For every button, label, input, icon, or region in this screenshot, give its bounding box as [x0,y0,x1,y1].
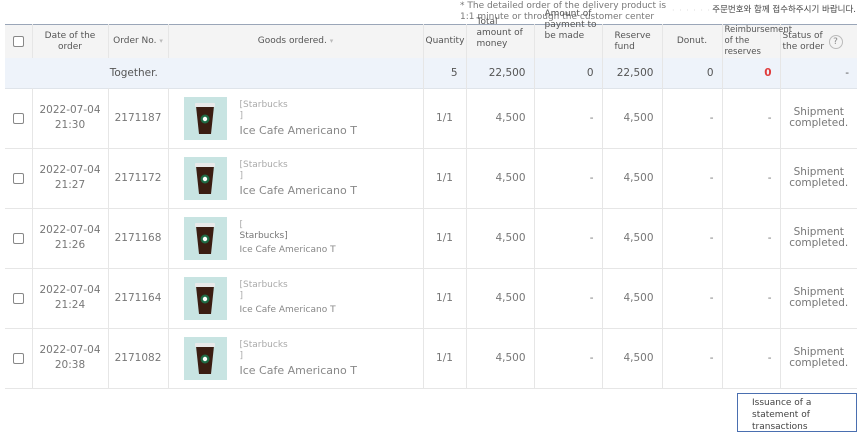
order-reserve: 4,500 [602,328,663,388]
order-reimbursement: - [722,208,781,268]
notice-korean: 주문번호와 함께 접수하주시기 바랍니다. [712,5,856,15]
starbucks-cup-icon[interactable] [183,216,227,260]
goods-cell[interactable]: [Starbucks ] Ice Cafe Americano T [168,148,424,208]
order-reserve: 4,500 [602,268,663,328]
summary-quantity: 5 [423,58,467,88]
row-checkbox[interactable] [12,112,24,124]
product-name[interactable]: Ice Cafe Americano T [240,185,357,196]
product-name[interactable]: Ice Cafe Americano T [240,245,336,256]
summary-total: 22,500 [466,58,535,88]
select-all-checkbox[interactable] [12,35,24,47]
order-number[interactable]: 2171187 [108,88,169,148]
order-reserve: 4,500 [602,88,663,148]
order-payment: - [534,328,603,388]
order-total: 4,500 [466,88,535,148]
order-row[interactable]: 2022-07-04 20:38 2171082 [Starbucks ] Ice… [5,328,857,388]
order-total: 4,500 [466,208,535,268]
header-reimbursement: Reimbursement of the reserves [722,24,792,58]
order-quantity: 1/1 [423,208,467,268]
header-total: Total amount of money [466,17,535,58]
row-checkbox[interactable] [12,172,24,184]
summary-payment: 0 [534,58,603,88]
order-date: 2022-07-04 20:38 [32,328,109,388]
order-date: 2022-07-04 21:27 [32,148,109,208]
order-row[interactable]: 2022-07-04 21:30 2171187 [Starbucks ] Ice… [5,88,857,148]
summary-status: - [845,66,849,79]
order-total: 4,500 [466,268,535,328]
order-reserve: 4,500 [602,208,663,268]
order-quantity: 1/1 [423,148,467,208]
header-donut: Donut. [662,24,723,58]
starbucks-cup-icon[interactable] [183,156,227,200]
order-reimbursement: - [722,148,781,208]
order-payment: - [534,268,603,328]
order-reimbursement: - [722,88,781,148]
order-quantity: 1/1 [423,268,467,328]
row-checkbox[interactable] [12,292,24,304]
summary-donut: 0 [662,58,723,88]
summary-reserve: 22,500 [602,58,663,88]
order-row[interactable]: 2022-07-04 21:24 2171164 [Starbucks ] Ice… [5,268,857,328]
order-date: 2022-07-04 21:24 [32,268,109,328]
product-name[interactable]: Ice Cafe Americano T [240,365,357,376]
order-status: Shipment completed. [789,346,849,369]
order-row[interactable]: 2022-07-04 21:27 2171172 [Starbucks ] Ice… [5,148,857,208]
row-checkbox[interactable] [12,232,24,244]
header-reserve: Reserve fund [602,24,663,58]
product-name[interactable]: Ice Cafe Americano T [240,125,357,136]
order-reimbursement: - [722,268,781,328]
goods-cell[interactable]: [Starbucks ] Ice Cafe Americano T [168,88,424,148]
order-table: Date of the order Order No. ▾ Goods orde… [5,9,857,389]
order-number[interactable]: 2171164 [108,268,169,328]
order-payment: - [534,208,603,268]
goods-cell[interactable]: [ Starbucks] Ice Cafe Americano T [168,208,424,268]
order-payment: - [534,148,603,208]
order-number[interactable]: 2171082 [108,328,169,388]
table-header: Date of the order Order No. ▾ Goods orde… [5,9,857,59]
order-donut: - [662,88,723,148]
order-donut: - [662,328,723,388]
help-icon[interactable]: ? [828,34,843,49]
select-all-cell [5,24,33,58]
sort-icon[interactable]: ▾ [330,37,334,45]
order-donut: - [662,268,723,328]
summary-label: Together. [5,58,424,88]
starbucks-cup-icon[interactable] [183,336,227,380]
header-payment: Amount of payment to be made [534,9,603,58]
order-status: Shipment completed. [789,166,849,189]
order-status: Shipment completed. [789,226,849,249]
header-date: Date of the order [32,24,109,58]
starbucks-cup-icon[interactable] [183,96,227,140]
goods-cell[interactable]: [Starbucks ] Ice Cafe Americano T [168,328,424,388]
order-reimbursement: - [722,328,781,388]
order-status: Shipment completed. [789,106,849,129]
order-quantity: 1/1 [423,88,467,148]
row-checkbox[interactable] [12,352,24,364]
order-date: 2022-07-04 21:30 [32,88,109,148]
order-number[interactable]: 2171172 [108,148,169,208]
order-date: 2022-07-04 21:26 [32,208,109,268]
order-donut: - [662,208,723,268]
order-reserve: 4,500 [602,148,663,208]
product-name[interactable]: Ice Cafe Americano T [240,305,336,316]
starbucks-cup-icon[interactable] [183,276,227,320]
goods-cell[interactable]: [Starbucks ] Ice Cafe Americano T [168,268,424,328]
order-total: 4,500 [466,328,535,388]
header-status: Status of the order? [780,25,857,59]
summary-reimbursement: 0 [764,66,772,79]
issue-transaction-statement-button[interactable]: Issuance of a statement of transactions [737,393,857,432]
order-payment: - [534,88,603,148]
sort-icon[interactable]: ▾ [159,37,163,45]
order-total: 4,500 [466,148,535,208]
order-number[interactable]: 2171168 [108,208,169,268]
header-order-no: Order No. ▾ [108,24,169,58]
order-quantity: 1/1 [423,328,467,388]
summary-row: Together. 5 22,500 0 22,500 0 0 - [5,58,857,88]
header-quantity: Quantity [423,24,467,58]
order-row[interactable]: 2022-07-04 21:26 2171168 [ Starbucks] Ice… [5,208,857,268]
header-goods: Goods ordered. ▾ [168,24,424,58]
order-status: Shipment completed. [789,286,849,309]
order-donut: - [662,148,723,208]
